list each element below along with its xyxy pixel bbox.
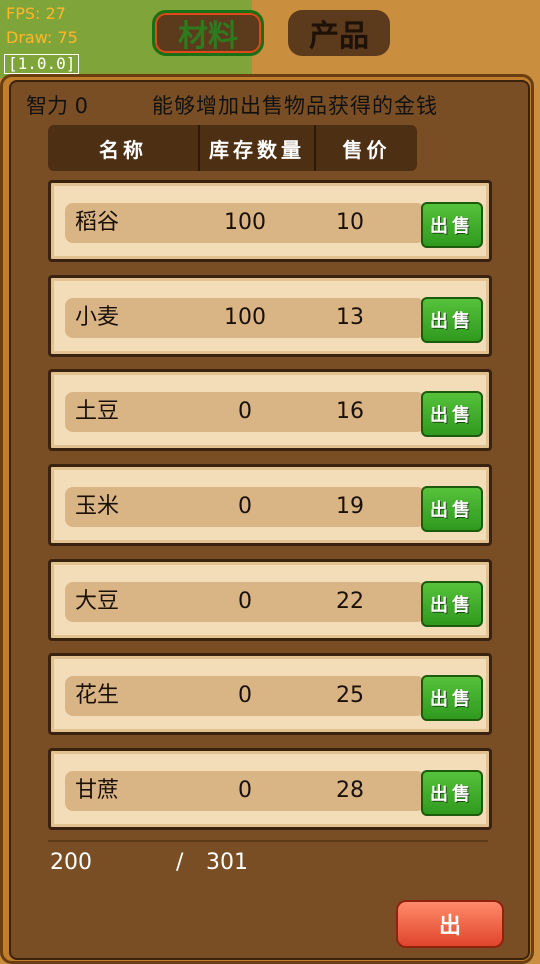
capacity-max: 301 <box>206 850 248 875</box>
stat-description: 能够增加出售物品获得的金钱 <box>152 94 438 118</box>
item-name: 甘蔗 <box>75 778 120 803</box>
item-price: 22 <box>336 589 364 614</box>
item-price: 16 <box>336 399 364 424</box>
intelligence-stat: 智力 0 <box>26 94 89 118</box>
header-stock: 库存数量 <box>198 125 314 171</box>
item-price: 25 <box>336 683 364 708</box>
row-field: 大豆 0 22 <box>65 582 425 622</box>
item-row-rice: 稻谷 100 10 出售 <box>48 180 492 262</box>
header-price: 售价 <box>314 125 417 171</box>
item-stock: 100 <box>224 210 266 235</box>
sell-button[interactable]: 出售 <box>421 202 483 248</box>
sell-button[interactable]: 出售 <box>421 770 483 816</box>
item-price: 19 <box>336 494 364 519</box>
divider <box>48 840 488 842</box>
item-stock: 0 <box>238 399 252 424</box>
row-field: 稻谷 100 10 <box>65 203 425 243</box>
row-field: 玉米 0 19 <box>65 487 425 527</box>
item-stock: 0 <box>238 494 252 519</box>
capacity-current: 200 <box>50 850 92 875</box>
version-label: [1.0.0] <box>4 54 80 74</box>
item-name: 玉米 <box>75 494 120 519</box>
item-name: 大豆 <box>75 589 120 614</box>
item-row-corn: 玉米 0 19 出售 <box>48 464 492 546</box>
item-name: 花生 <box>75 683 120 708</box>
item-row-sugarcane: 甘蔗 0 28 出售 <box>48 748 492 830</box>
sell-button[interactable]: 出售 <box>421 297 483 343</box>
item-price: 28 <box>336 778 364 803</box>
row-field: 小麦 100 13 <box>65 298 425 338</box>
item-stock: 0 <box>238 589 252 614</box>
sell-button[interactable]: 出售 <box>421 391 483 437</box>
row-field: 甘蔗 0 28 <box>65 771 425 811</box>
item-name: 小麦 <box>75 305 120 330</box>
item-row-soybean: 大豆 0 22 出售 <box>48 559 492 641</box>
item-name: 土豆 <box>75 399 120 424</box>
sell-button[interactable]: 出售 <box>421 486 483 532</box>
item-stock: 0 <box>238 683 252 708</box>
fps-counter: FPS: 27 <box>6 4 66 23</box>
item-stock: 0 <box>238 778 252 803</box>
item-row-wheat: 小麦 100 13 出售 <box>48 275 492 357</box>
capacity-separator: / <box>176 850 184 875</box>
row-field: 花生 0 25 <box>65 676 425 716</box>
item-row-peanut: 花生 0 25 出售 <box>48 653 492 735</box>
header-name: 名称 <box>99 137 147 162</box>
draw-counter: Draw: 75 <box>6 28 78 47</box>
row-field: 土豆 0 16 <box>65 392 425 432</box>
item-name: 稻谷 <box>75 210 120 235</box>
sell-button[interactable]: 出售 <box>421 581 483 627</box>
table-header: 名称 库存数量 售价 <box>48 125 417 171</box>
item-price: 13 <box>336 305 364 330</box>
item-price: 10 <box>336 210 364 235</box>
sell-all-button[interactable]: 出 <box>396 900 504 948</box>
item-stock: 100 <box>224 305 266 330</box>
tab-products[interactable]: 产品 <box>288 10 390 56</box>
tab-materials[interactable]: 材料 <box>152 10 264 56</box>
item-row-potato: 土豆 0 16 出售 <box>48 369 492 451</box>
sell-button[interactable]: 出售 <box>421 675 483 721</box>
